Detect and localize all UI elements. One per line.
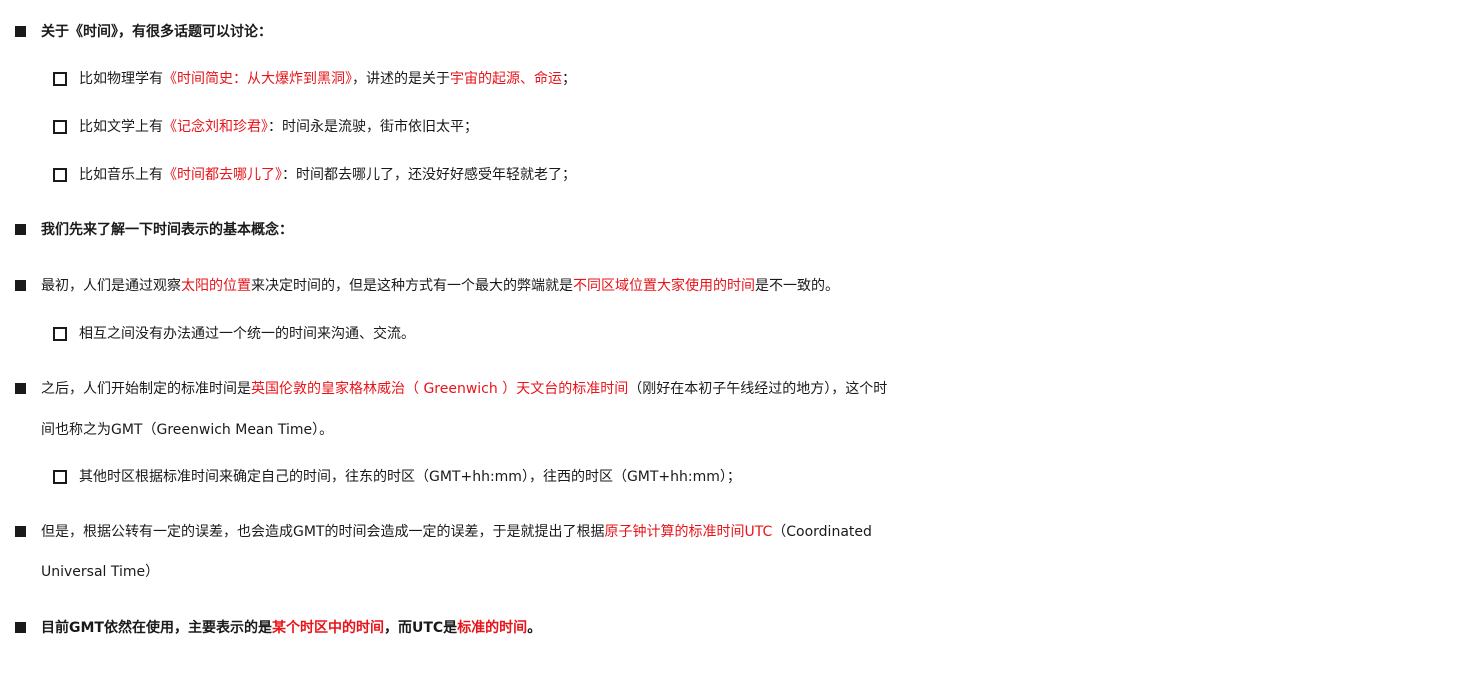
- square-bullet-icon: [15, 280, 26, 291]
- bullet-text: 关于《时间》，有很多话题可以讨论：: [41, 12, 1459, 52]
- text-segment: ：时间都去哪儿了，还没好好感受年轻就老了；: [282, 167, 576, 183]
- highlight-segment: 标准的时间: [457, 620, 528, 636]
- hollow-square-bullet-icon: [53, 168, 67, 182]
- bullet-text: 最初，人们是通过观察太阳的位置来决定时间的，但是这种方式有一个最大的弊端就是不同…: [41, 266, 1459, 306]
- sub-bullet-text: 其他时区根据标准时间来确定自己的时间，往东的时区（GMT+hh:mm），往西的时…: [79, 457, 1459, 497]
- text-segment: 比如文学上有: [79, 119, 163, 135]
- text-segment: 其他时区根据标准时间来确定自己的时间，往东的时区（GMT+hh:mm），往西的时…: [79, 469, 741, 485]
- text-segment: 来决定时间的，但是这种方式有一个最大的弊端就是: [251, 278, 573, 294]
- bullet-text: 我们先来了解一下时间表示的基本概念：: [41, 210, 1459, 250]
- text-segment: 关于《时间》，有很多话题可以讨论：: [41, 24, 272, 40]
- text-segment: （刚好在本初子午线经过的地方），这个时: [628, 381, 888, 397]
- sub-bullet-text: 相互之间没有办法通过一个统一的时间来沟通、交流。: [79, 314, 1459, 354]
- text-segment: （Coordinated: [772, 524, 872, 540]
- text-segment: 目前GMT依然在使用，主要表示的是: [41, 620, 272, 636]
- highlight-segment: 某个时区中的时间: [271, 620, 384, 636]
- text-segment: 比如音乐上有: [79, 167, 163, 183]
- highlight-segment: 太阳的位置: [181, 278, 251, 294]
- highlight-segment: 《时间简史：从大爆炸到黑洞》: [163, 71, 352, 87]
- hollow-square-bullet-icon: [53, 470, 67, 484]
- highlight-segment: 《时间都去哪儿了》: [163, 167, 282, 183]
- continuation-text: 间也称之为GMT（Greenwich Mean Time）。: [41, 422, 334, 438]
- highlight-segment: 原子钟计算的标准时间UTC: [604, 524, 773, 540]
- document-body: 关于《时间》，有很多话题可以讨论： 比如物理学有《时间简史：从大爆炸到黑洞》，讲…: [0, 0, 1459, 674]
- square-bullet-icon: [15, 224, 26, 235]
- text-segment: ，讲述的是关于: [352, 71, 450, 87]
- text-segment: ，而UTC是: [383, 620, 458, 636]
- text-segment: 是不一致的。: [755, 278, 839, 294]
- sub-bullet-text: 比如音乐上有《时间都去哪儿了》：时间都去哪儿了，还没好好感受年轻就老了；: [79, 155, 1459, 195]
- highlight-segment: 《记念刘和珍君》: [163, 119, 268, 135]
- text-segment: 最初，人们是通过观察: [41, 278, 181, 294]
- continuation-text: Universal Time）: [41, 564, 160, 580]
- sub-bullet-text: 比如物理学有《时间简史：从大爆炸到黑洞》，讲述的是关于宇宙的起源、命运；: [79, 59, 1459, 99]
- highlight-segment: 不同区域位置大家使用的时间: [573, 278, 755, 294]
- sub-bullet-text: 比如文学上有《记念刘和珍君》：时间永是流驶，街市依旧太平；: [79, 107, 1459, 147]
- hollow-square-bullet-icon: [53, 327, 67, 341]
- text-segment: ；: [562, 71, 576, 87]
- text-segment: 我们先来了解一下时间表示的基本概念：: [41, 222, 293, 238]
- text-segment: ：时间永是流驶，街市依旧太平；: [268, 119, 478, 135]
- square-bullet-icon: [15, 526, 26, 537]
- text-segment: 之后，人们开始制定的标准时间是: [41, 381, 251, 397]
- hollow-square-bullet-icon: [53, 72, 67, 86]
- square-bullet-icon: [15, 383, 26, 394]
- text-segment: 相互之间没有办法通过一个统一的时间来沟通、交流。: [79, 326, 415, 342]
- bullet-text: 但是，根据公转有一定的误差，也会造成GMT的时间会造成一定的误差，于是就提出了根…: [41, 512, 1459, 552]
- hollow-square-bullet-icon: [53, 120, 67, 134]
- highlight-segment: 英国伦敦的皇家格林威治（ Greenwich ）天文台的标准时间: [251, 381, 629, 397]
- text-segment: 但是，根据公转有一定的误差，也会造成GMT的时间会造成一定的误差，于是就提出了根…: [41, 524, 605, 540]
- highlight-segment: 宇宙的起源、命运: [450, 71, 562, 87]
- square-bullet-icon: [15, 26, 26, 37]
- bullet-text: 之后，人们开始制定的标准时间是英国伦敦的皇家格林威治（ Greenwich ）天…: [41, 369, 1459, 409]
- bullet-text: 目前GMT依然在使用，主要表示的是某个时区中的时间，而UTC是标准的时间。: [41, 608, 1459, 648]
- text-segment: 。: [527, 620, 542, 636]
- square-bullet-icon: [15, 622, 26, 633]
- text-segment: 比如物理学有: [79, 71, 163, 87]
